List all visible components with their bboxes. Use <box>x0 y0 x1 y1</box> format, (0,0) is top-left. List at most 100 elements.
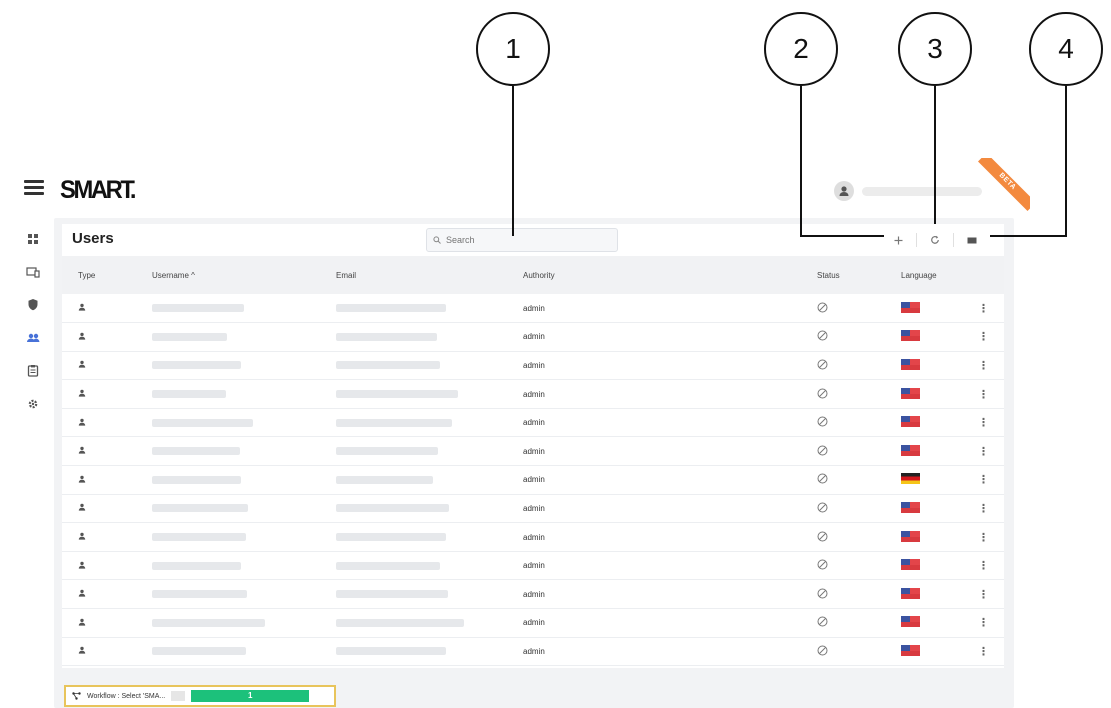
search-box[interactable] <box>426 228 618 252</box>
username-cell <box>136 437 320 466</box>
devices-icon[interactable] <box>20 255 46 288</box>
users-table: Type Username ^ Email Authority Status L… <box>62 256 1004 666</box>
more-options-icon[interactable]: ⋮ <box>978 589 989 601</box>
status-disabled-icon <box>817 588 828 599</box>
row-menu-cell: ⋮ <box>962 408 1004 437</box>
username-cell <box>136 494 320 523</box>
table-row[interactable]: admin ⋮ <box>62 380 1004 409</box>
username-cell <box>136 466 320 495</box>
more-options-icon[interactable]: ⋮ <box>978 446 989 458</box>
username-placeholder <box>862 186 982 196</box>
username-cell <box>136 408 320 437</box>
col-status[interactable]: Status <box>801 256 885 294</box>
table-row[interactable]: admin ⋮ <box>62 437 1004 466</box>
more-options-icon[interactable]: ⋮ <box>978 303 989 315</box>
more-options-icon[interactable]: ⋮ <box>978 331 989 343</box>
table-row[interactable]: admin ⋮ <box>62 294 1004 323</box>
type-cell <box>62 437 136 466</box>
table-row[interactable]: admin ⋮ <box>62 494 1004 523</box>
email-cell <box>320 494 507 523</box>
workflow-label: Workflow : Select 'SMA... <box>87 692 166 700</box>
users-icon[interactable] <box>20 321 46 354</box>
table-row[interactable]: admin ⋮ <box>62 580 1004 609</box>
row-menu-cell: ⋮ <box>962 351 1004 380</box>
status-cell <box>801 609 885 638</box>
refresh-button[interactable] <box>917 230 953 250</box>
language-cell <box>885 523 962 552</box>
workflow-step-button[interactable]: 1 <box>191 690 310 702</box>
email-placeholder <box>336 361 440 370</box>
table-row[interactable]: admin ⋮ <box>62 551 1004 580</box>
table-row[interactable]: admin ⋮ <box>62 408 1004 437</box>
more-options-icon[interactable]: ⋮ <box>978 360 989 372</box>
more-options-icon[interactable]: ⋮ <box>978 560 989 572</box>
status-cell <box>801 580 885 609</box>
col-actions <box>962 256 1004 294</box>
col-language[interactable]: Language <box>885 256 962 294</box>
email-placeholder <box>336 304 446 313</box>
language-cell <box>885 294 962 323</box>
email-placeholder <box>336 332 437 341</box>
flag-us-icon <box>901 301 920 313</box>
user-type-icon <box>78 504 86 512</box>
status-disabled-icon <box>817 616 828 627</box>
user-menu[interactable] <box>834 181 982 201</box>
type-cell <box>62 323 136 352</box>
table-row[interactable]: admin ⋮ <box>62 323 1004 352</box>
callout-1: 1 <box>476 12 550 86</box>
dashboard-icon[interactable] <box>20 222 46 255</box>
authority-cell: admin <box>523 503 545 513</box>
user-type-icon <box>78 389 86 397</box>
status-disabled-icon <box>817 645 828 656</box>
settings-icon[interactable] <box>20 387 46 420</box>
email-cell <box>320 323 507 352</box>
username-cell <box>136 351 320 380</box>
more-options-icon[interactable]: ⋮ <box>978 646 989 658</box>
table-row[interactable]: admin ⋮ <box>62 637 1004 666</box>
email-cell <box>320 437 507 466</box>
type-cell <box>62 637 136 666</box>
clipboard-icon[interactable] <box>20 354 46 387</box>
user-type-icon <box>78 647 86 655</box>
more-options-icon[interactable]: ⋮ <box>978 532 989 544</box>
authority-cell: admin <box>523 360 545 370</box>
flag-de-icon <box>901 473 920 485</box>
col-type[interactable]: Type <box>62 256 136 294</box>
authority-cell: admin <box>523 532 545 542</box>
table-row[interactable]: admin ⋮ <box>62 351 1004 380</box>
card-header: Users <box>62 224 1004 256</box>
status-cell <box>801 323 885 352</box>
more-options-icon[interactable]: ⋮ <box>978 474 989 486</box>
user-type-icon <box>78 589 86 597</box>
more-options-icon[interactable]: ⋮ <box>978 417 989 429</box>
row-menu-cell: ⋮ <box>962 466 1004 495</box>
username-placeholder <box>152 332 227 341</box>
more-options-icon[interactable]: ⋮ <box>978 389 989 401</box>
columns-button[interactable] <box>954 230 990 250</box>
col-authority[interactable]: Authority <box>507 256 801 294</box>
table-row[interactable]: admin ⋮ <box>62 609 1004 638</box>
table-row[interactable]: admin ⋮ <box>62 523 1004 552</box>
status-disabled-icon <box>817 473 828 484</box>
username-placeholder <box>152 590 247 599</box>
search-input[interactable] <box>446 235 606 245</box>
username-placeholder <box>152 475 241 484</box>
more-options-icon[interactable]: ⋮ <box>978 617 989 629</box>
email-placeholder <box>336 533 446 542</box>
security-icon[interactable] <box>20 288 46 321</box>
user-type-icon <box>78 332 86 340</box>
flag-us-icon <box>901 644 920 656</box>
menu-icon[interactable] <box>24 180 44 196</box>
authority-cell: admin <box>523 475 545 485</box>
col-email[interactable]: Email <box>320 256 507 294</box>
table-row[interactable]: admin ⋮ <box>62 466 1004 495</box>
callout-4: 4 <box>1029 12 1103 86</box>
workflow-chip[interactable]: Workflow : Select 'SMA... 1 <box>64 685 336 707</box>
add-user-button[interactable] <box>880 230 916 250</box>
status-disabled-icon <box>817 416 828 427</box>
col-username[interactable]: Username ^ <box>136 256 320 294</box>
more-options-icon[interactable]: ⋮ <box>978 503 989 515</box>
authority-cell: admin <box>523 646 545 656</box>
type-cell <box>62 408 136 437</box>
user-type-icon <box>78 418 86 426</box>
